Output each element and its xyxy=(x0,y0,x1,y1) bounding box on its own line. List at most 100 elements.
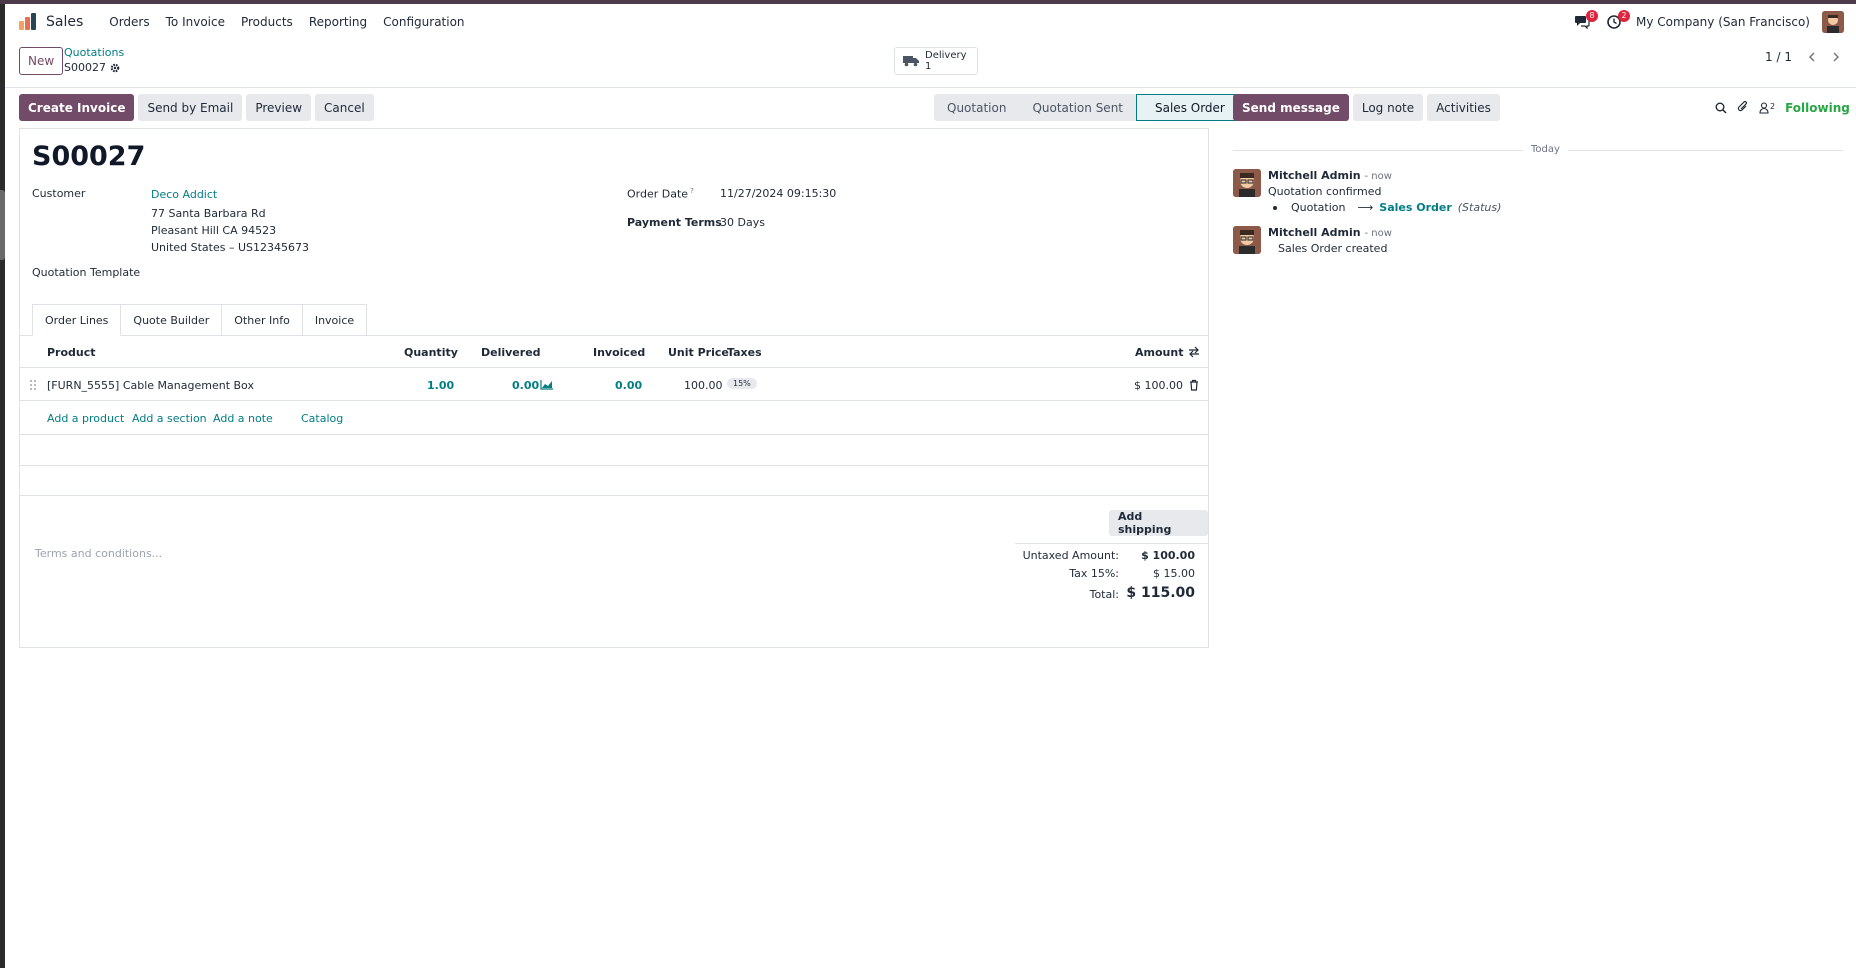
col-invoiced[interactable]: Invoiced xyxy=(593,346,645,359)
sales-app-icon[interactable] xyxy=(18,12,38,32)
chevron-left-icon[interactable] xyxy=(1808,52,1816,62)
menu-products[interactable]: Products xyxy=(233,15,301,29)
tax-tag[interactable]: 15% xyxy=(727,378,757,389)
empty-row xyxy=(20,466,1208,496)
menu-configuration[interactable]: Configuration xyxy=(375,15,472,29)
customer-label: Customer xyxy=(32,187,86,200)
message-time: - now xyxy=(1364,228,1392,239)
user-avatar[interactable] xyxy=(1822,11,1844,33)
line-product[interactable]: [FURN_5555] Cable Management Box xyxy=(47,379,254,392)
paperclip-icon[interactable] xyxy=(1737,101,1749,114)
add-line-row: Add a product Add a section Add a note C… xyxy=(20,402,1208,435)
table-row[interactable]: [FURN_5555] Cable Management Box 1.00 0.… xyxy=(20,369,1208,401)
breadcrumb-current: S00027 xyxy=(64,61,120,74)
chatter-message: Mitchell Admin - now Sales Order created xyxy=(1233,226,1833,258)
bullet xyxy=(1273,205,1277,210)
col-product[interactable]: Product xyxy=(47,346,96,359)
preview-button[interactable]: Preview xyxy=(246,94,312,121)
address-line-1: 77 Santa Barbara Rd xyxy=(151,207,266,220)
author-avatar[interactable] xyxy=(1233,169,1261,197)
col-unit-price[interactable]: Unit Price xyxy=(668,346,729,359)
line-unit-price[interactable]: 100.00 xyxy=(684,379,723,392)
tab-order-lines[interactable]: Order Lines xyxy=(32,304,122,336)
delivery-smart-button[interactable]: Delivery 1 xyxy=(894,47,978,75)
stage-quotation-sent[interactable]: Quotation Sent xyxy=(1019,94,1136,121)
stage-sales-order[interactable]: Sales Order xyxy=(1136,94,1239,121)
send-message-button[interactable]: Send message xyxy=(1233,94,1349,121)
messages-badge: 8 xyxy=(1586,10,1599,22)
notebook-tabs: Order Lines Quote Builder Other Info Inv… xyxy=(32,304,368,336)
col-delivered[interactable]: Delivered xyxy=(481,346,541,359)
untaxed-amount-label: Untaxed Amount: xyxy=(1022,549,1119,562)
menu-reporting[interactable]: Reporting xyxy=(301,15,375,29)
terms-and-conditions-input[interactable]: Terms and conditions... xyxy=(35,547,162,560)
breadcrumb-record-name: S00027 xyxy=(64,61,106,74)
activities-clock-icon[interactable]: 2 xyxy=(1604,10,1631,32)
tab-invoice[interactable]: Invoice xyxy=(302,304,368,336)
trash-icon[interactable] xyxy=(1189,379,1199,391)
message-body: Quotation confirmed xyxy=(1268,185,1382,198)
search-icon[interactable] xyxy=(1715,102,1727,114)
forecast-chart-icon[interactable] xyxy=(540,380,553,390)
left-window-edge xyxy=(0,4,5,968)
form-sheet: S00027 Customer Deco Addict 77 Santa Bar… xyxy=(19,128,1209,648)
activities-button[interactable]: Activities xyxy=(1427,94,1500,121)
catalog-link[interactable]: Catalog xyxy=(301,412,343,425)
quotation-template-label: Quotation Template xyxy=(32,266,141,279)
new-button[interactable]: New xyxy=(19,47,64,75)
status-bar: Quotation Quotation Sent Sales Order xyxy=(934,94,1239,121)
tab-other-info[interactable]: Other Info xyxy=(222,304,303,336)
chatter-message: Mitchell Admin - now Quotation confirmed… xyxy=(1233,169,1833,219)
author-name[interactable]: Mitchell Admin xyxy=(1268,226,1361,239)
create-invoice-button[interactable]: Create Invoice xyxy=(19,94,135,121)
menu-orders[interactable]: Orders xyxy=(101,15,157,29)
control-panel: New Quotations S00027 Delivery 1 1 / 1 xyxy=(5,40,1856,88)
tracking-old-value: Quotation xyxy=(1291,201,1346,214)
col-taxes[interactable]: Taxes xyxy=(727,346,762,359)
menu-to-invoice[interactable]: To Invoice xyxy=(158,15,233,29)
line-delivered[interactable]: 0.00 xyxy=(512,379,539,392)
author-avatar[interactable] xyxy=(1233,226,1261,254)
line-quantity[interactable]: 1.00 xyxy=(427,379,454,392)
messaging-icon[interactable]: 8 xyxy=(1572,10,1599,32)
customer-link[interactable]: Deco Addict xyxy=(151,188,217,201)
author-name[interactable]: Mitchell Admin xyxy=(1268,169,1361,182)
address-line-3: United States – US12345673 xyxy=(151,241,310,254)
log-note-button[interactable]: Log note xyxy=(1352,94,1424,121)
company-switcher[interactable]: My Company (San Francisco) xyxy=(1636,15,1810,29)
order-date-value[interactable]: 11/27/2024 09:15:30 xyxy=(720,187,836,200)
total-label: Total: xyxy=(1089,588,1119,601)
navbar-systray: 8 2 My Company (San Francisco) xyxy=(1572,4,1844,40)
col-quantity[interactable]: Quantity xyxy=(404,346,458,359)
followers-count: 2 xyxy=(1770,101,1776,111)
send-by-email-button[interactable]: Send by Email xyxy=(138,94,243,121)
delivery-count: 1 xyxy=(925,61,932,72)
tab-quote-builder[interactable]: Quote Builder xyxy=(121,304,223,336)
chevron-right-icon[interactable] xyxy=(1832,52,1840,62)
breadcrumb-quotations[interactable]: Quotations xyxy=(64,46,124,59)
add-product-link[interactable]: Add a product xyxy=(47,412,124,425)
gear-icon[interactable] xyxy=(110,63,120,73)
pager-value[interactable]: 1 / 1 xyxy=(1765,50,1792,64)
help-tooltip-icon[interactable]: ? xyxy=(690,187,694,195)
tax-value: $ 15.00 xyxy=(1153,567,1195,580)
date-separator-label: Today xyxy=(1523,144,1568,155)
add-note-link[interactable]: Add a note xyxy=(213,412,273,425)
payment-terms-value[interactable]: 30 Days xyxy=(720,216,765,229)
edge-notch xyxy=(0,190,5,260)
tracking-field: (Status) xyxy=(1457,201,1502,214)
add-shipping-button[interactable]: Add shipping xyxy=(1109,510,1208,536)
drag-handle-icon[interactable] xyxy=(29,379,37,391)
truck-icon xyxy=(903,56,919,67)
order-date-label: Order Date? xyxy=(627,187,694,201)
column-settings-icon[interactable] xyxy=(1188,346,1200,358)
app-name[interactable]: Sales xyxy=(46,14,83,30)
add-section-link[interactable]: Add a section xyxy=(132,412,207,425)
line-invoiced[interactable]: 0.00 xyxy=(615,379,642,392)
col-amount[interactable]: Amount xyxy=(1135,346,1183,359)
order-lines-header: Product Quantity Delivered Invoiced Unit… xyxy=(20,336,1208,368)
followers-button[interactable]: 2 xyxy=(1759,102,1775,114)
cancel-button[interactable]: Cancel xyxy=(315,94,374,121)
following-button[interactable]: Following xyxy=(1785,101,1850,115)
stage-quotation[interactable]: Quotation xyxy=(934,94,1020,121)
